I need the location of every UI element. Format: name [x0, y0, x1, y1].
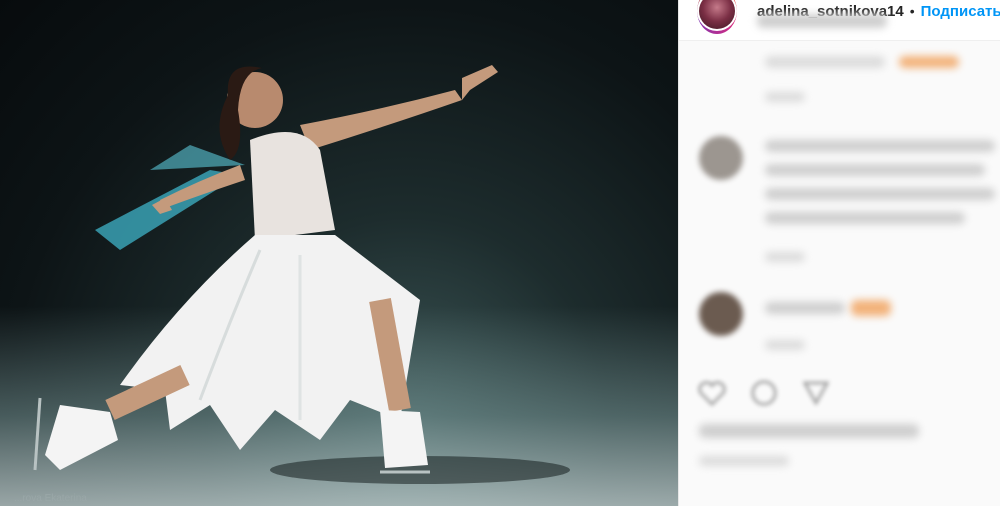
- post-sidebar: adelina_sotnikova14 • Подписаться: [678, 0, 1000, 506]
- blurred-timestamp: [765, 92, 805, 102]
- separator-dot: •: [909, 3, 915, 19]
- avatar[interactable]: [699, 0, 735, 29]
- blurred-comment-text: [765, 212, 965, 224]
- blurred-comment-text: [765, 164, 985, 176]
- follow-button[interactable]: Подписаться: [921, 3, 1000, 20]
- blurred-comment-text: [765, 188, 995, 200]
- photo-credit: ...rova Ekaterina: [14, 493, 87, 504]
- story-ring[interactable]: [697, 0, 737, 34]
- blurred-likes: [699, 424, 919, 438]
- commenter-avatar[interactable]: [699, 136, 743, 180]
- blurred-date: [699, 456, 789, 466]
- post-photo[interactable]: ...rova Ekaterina: [0, 0, 678, 506]
- blurred-comment-line: [765, 56, 885, 68]
- action-icons: [697, 378, 831, 408]
- heart-icon[interactable]: [697, 378, 727, 408]
- blurred-comment-text: [765, 140, 995, 152]
- blurred-emoji: [851, 300, 891, 316]
- blurred-timestamp: [765, 252, 805, 262]
- share-icon[interactable]: [801, 378, 831, 408]
- blurred-emoji: [899, 56, 959, 68]
- commenter-avatar[interactable]: [699, 292, 743, 336]
- blurred-timestamp: [765, 340, 805, 350]
- blurred-caption: [757, 14, 887, 28]
- skater-figure: [33, 65, 570, 484]
- blurred-comment-text: [765, 302, 845, 314]
- comment-icon[interactable]: [749, 378, 779, 408]
